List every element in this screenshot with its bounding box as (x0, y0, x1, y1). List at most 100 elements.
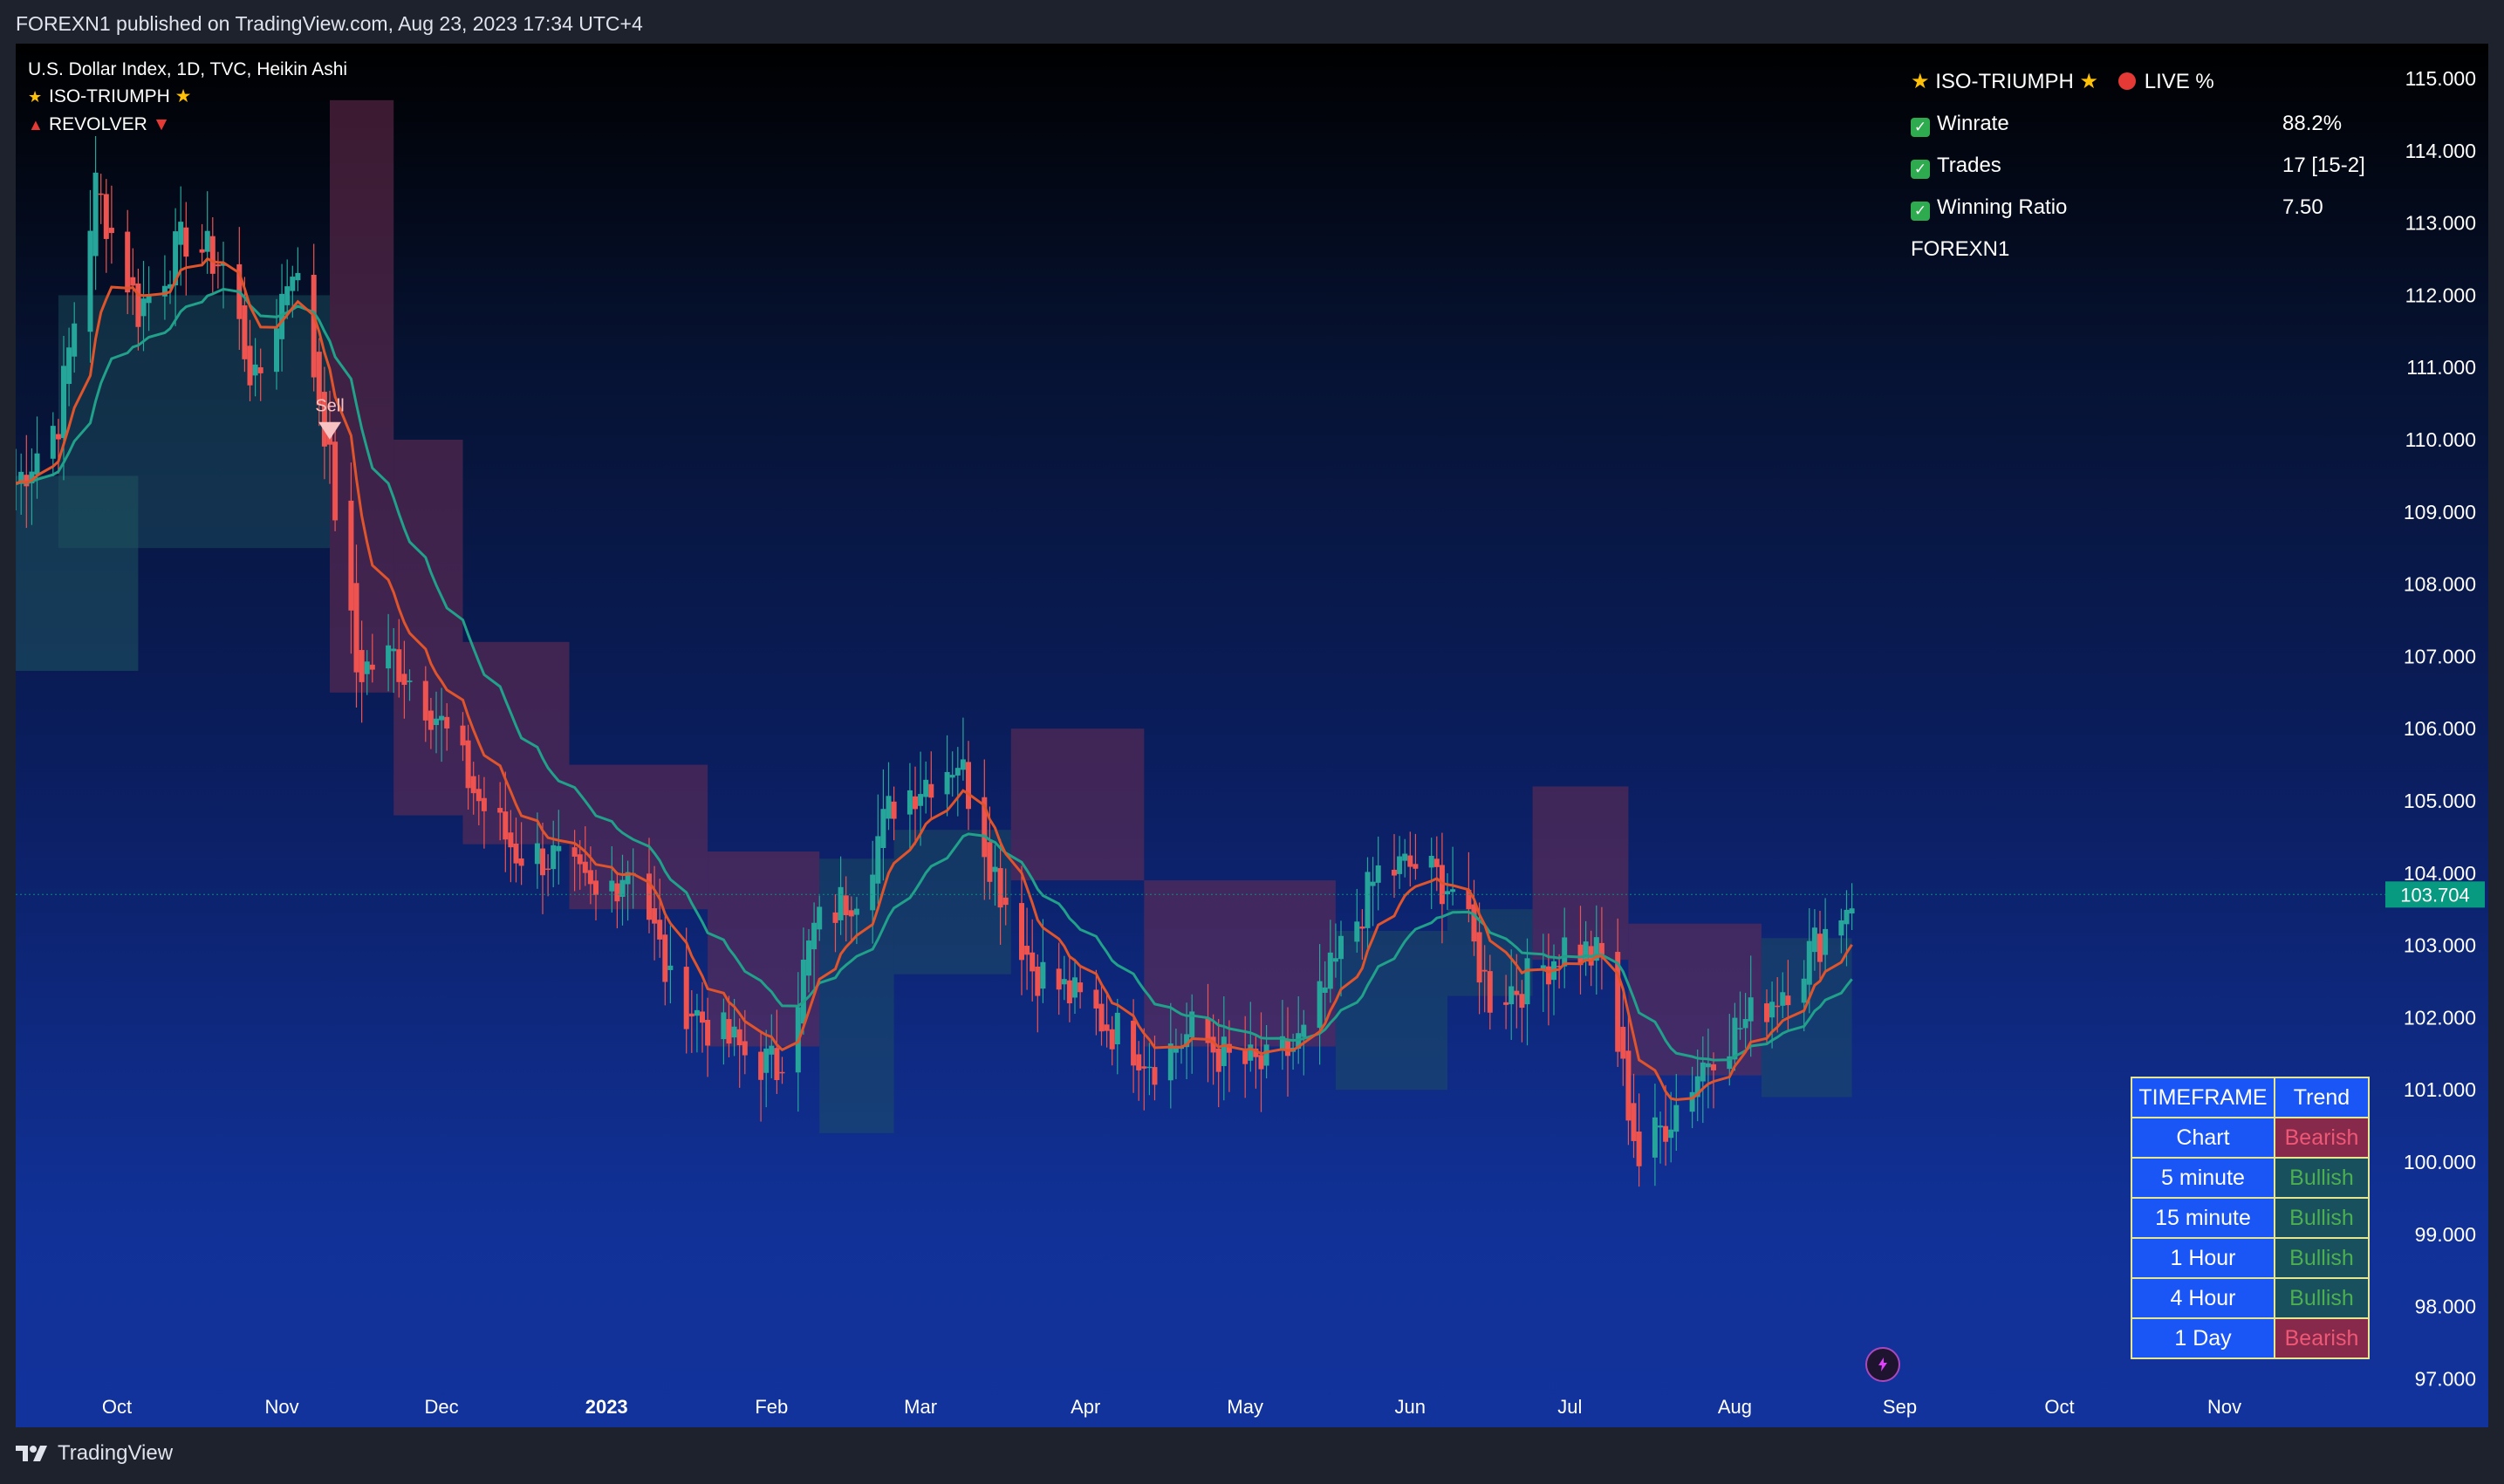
candle-body (55, 434, 61, 440)
candle-body (1817, 933, 1823, 962)
candle-body (1248, 1044, 1254, 1061)
candle-body (1801, 978, 1807, 1003)
candle-body (811, 922, 818, 950)
candle-body (1093, 989, 1099, 1009)
sell-signal-label: Sell (315, 397, 344, 416)
tradingview-logo-icon (16, 1446, 47, 1461)
triangle-down-icon: ▼ (152, 114, 171, 134)
candle-body (178, 222, 184, 245)
publisher-text: FOREXN1 published on TradingView.com, Au… (16, 12, 643, 35)
candle-body (1317, 981, 1323, 1029)
symbol-title[interactable]: U.S. Dollar Index, 1D, TVC, Heikin Ashi (28, 56, 347, 83)
candle-body (886, 796, 892, 819)
stats-label: Trades (1937, 154, 2001, 177)
candle-body (688, 1013, 694, 1017)
trend-cloud (1010, 728, 1145, 881)
y-axis-tick-label: 99.000 (2415, 1223, 2476, 1246)
candle-body (460, 725, 466, 746)
candle-body (992, 866, 998, 872)
x-axis-tick-label: Jul (1557, 1396, 1582, 1418)
y-axis-tick-label: 113.000 (2405, 212, 2476, 235)
candle-body (475, 789, 482, 802)
y-axis-tick-label: 101.000 (2404, 1078, 2476, 1101)
candle-body (779, 1071, 785, 1074)
candle-body (98, 193, 104, 195)
trend-table-header: TIMEFRAME Trend (2131, 1077, 2370, 1118)
candle-body (1104, 1024, 1110, 1031)
tradingview-logo[interactable]: TradingView (16, 1441, 173, 1466)
stats-panel: ★ ISO-TRIUMPH ★ LIVE % ✓ Winrate 88.2% ✓ T… (1911, 61, 2382, 270)
live-dot-icon (2117, 72, 2136, 90)
candle-body (1338, 935, 1344, 960)
y-axis-tick-label: 103.000 (2404, 934, 2476, 957)
candle-body (518, 858, 524, 866)
y-axis-tick-label: 107.000 (2404, 645, 2476, 667)
candle-body (1849, 908, 1855, 914)
candle-body (705, 1020, 711, 1046)
candle-body (582, 861, 588, 873)
star-icon: ★ (1911, 70, 1930, 93)
candle-body (1775, 1005, 1781, 1008)
candle-body (913, 796, 918, 810)
candle-body (987, 842, 993, 882)
chart-panel[interactable]: 115.000 114.000 113.000 112.000 111.000 110.0… (16, 44, 2488, 1427)
candle-body (183, 227, 189, 257)
candle-body (1152, 1067, 1158, 1085)
y-axis-tick-label: 97.000 (2415, 1367, 2476, 1390)
candle-body (587, 870, 593, 885)
candle-body (1359, 927, 1365, 929)
candle-body (1375, 865, 1381, 883)
y-axis-tick-label: 114.000 (2405, 140, 2476, 162)
publisher-bar: FOREXN1 published on TradingView.com, Au… (0, 0, 2504, 44)
candle-body (428, 710, 434, 730)
candle-body (1365, 872, 1371, 928)
candle-body (1476, 932, 1482, 983)
candle-body (422, 680, 428, 721)
candle-body (353, 583, 359, 673)
candle-body (1056, 968, 1062, 990)
candle-body (763, 1048, 770, 1073)
candle-body (683, 967, 689, 1029)
candle-body (1769, 1002, 1775, 1018)
x-axis-tick-label: Apr (1071, 1396, 1100, 1418)
candle-body (944, 771, 950, 795)
indicator-iso-triumph[interactable]: ★ ISO-TRIUMPH ★ (28, 83, 347, 111)
indicator-iso-triumph-label: ISO-TRIUMPH (49, 86, 170, 106)
candle-body (1109, 1029, 1115, 1050)
candle-body (870, 874, 876, 911)
candle-body (508, 832, 514, 848)
lightning-icon[interactable] (1865, 1347, 1900, 1382)
trend-table: TIMEFRAME Trend Chart Bearish 5 minute B… (2131, 1077, 2370, 1359)
candle-body (662, 934, 668, 982)
candle-body (1545, 966, 1551, 985)
candle-body (1413, 864, 1419, 869)
timeframe-cell: 1 Hour (2131, 1237, 2275, 1279)
candle-body (928, 783, 934, 798)
candle-body (742, 1041, 748, 1056)
candle-body (34, 453, 40, 475)
candle-body (848, 910, 854, 917)
candle-body (657, 920, 663, 940)
candle-body (1392, 869, 1397, 876)
candle-body (1487, 971, 1493, 1013)
candle-body (667, 965, 674, 970)
y-axis-tick-label: 104.000 (2404, 862, 2476, 885)
candle-body (1445, 891, 1450, 895)
candle-body (593, 880, 599, 895)
candle-body (1844, 909, 1850, 925)
candle-body (199, 249, 205, 253)
x-axis-tick-label: Oct (102, 1396, 132, 1418)
candle-body (1673, 1104, 1680, 1132)
x-axis-tick-label: May (1227, 1396, 1263, 1418)
trend-cell: Bullish (2274, 1197, 2370, 1239)
candle-body (332, 441, 339, 521)
bottom-bar (0, 1427, 2504, 1484)
stats-value: 17 [15-2] (2282, 154, 2365, 177)
stats-row-winrate: ✓ Winrate 88.2% (1911, 103, 2382, 145)
candle-body (1598, 942, 1604, 955)
candle-body (694, 1009, 700, 1016)
indicator-revolver[interactable]: ▲ REVOLVER ▼ (28, 111, 347, 139)
candle-body (1136, 1054, 1142, 1070)
candle-body (1503, 1002, 1509, 1005)
trend-cloud (58, 295, 331, 549)
